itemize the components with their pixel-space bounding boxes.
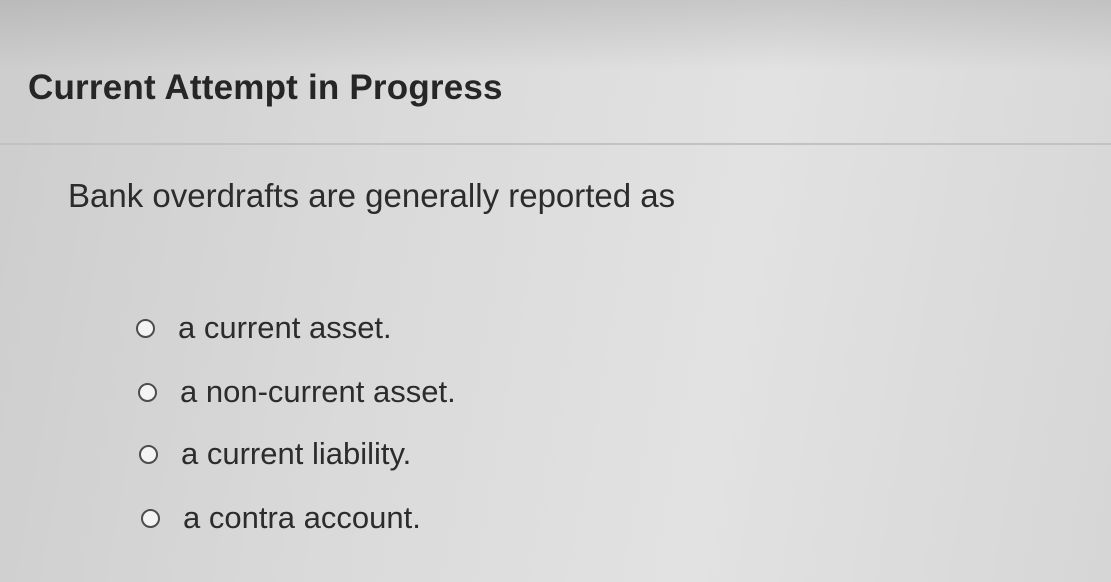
answer-options: a current asset. a non-current asset. a … — [0, 0, 1111, 582]
radio-button-icon[interactable] — [138, 382, 157, 402]
radio-button-icon[interactable] — [141, 508, 160, 528]
answer-option-current-liability[interactable]: a current liability. — [139, 432, 411, 476]
quiz-screen: Current Attempt in Progress Bank overdra… — [0, 0, 1111, 582]
option-label: a contra account. — [183, 500, 421, 535]
radio-button-icon[interactable] — [136, 318, 155, 338]
answer-option-non-current-asset[interactable]: a non-current asset. — [138, 370, 456, 414]
radio-button-icon[interactable] — [139, 444, 158, 464]
answer-option-contra-account[interactable]: a contra account. — [141, 496, 421, 540]
option-label: a current liability. — [181, 436, 412, 471]
option-label: a current asset. — [178, 310, 392, 345]
answer-option-current-asset[interactable]: a current asset. — [136, 306, 392, 350]
option-label: a non-current asset. — [180, 374, 456, 409]
